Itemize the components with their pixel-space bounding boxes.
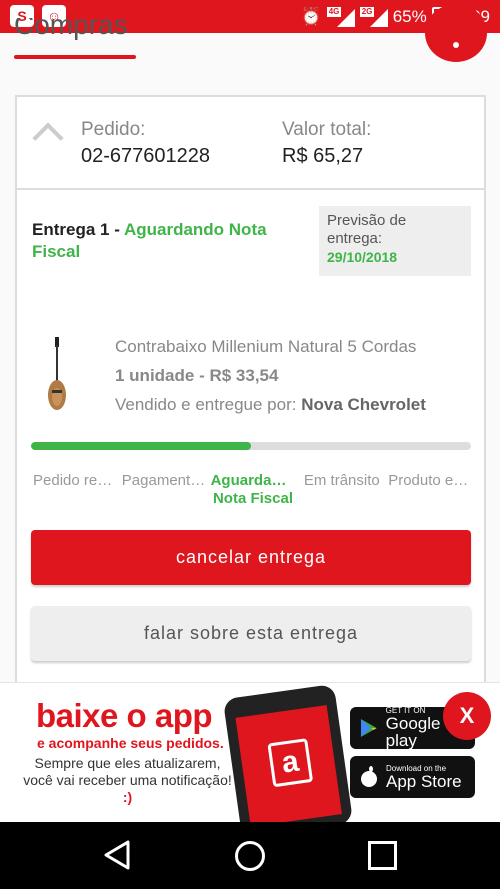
step-ordered: Pedido realizado: [33, 472, 120, 489]
delivery-forecast: Previsão de entrega: 29/10/2018: [319, 206, 471, 276]
step-awaiting-invoice: Aguardando Nota Fiscal: [210, 472, 298, 507]
order-header[interactable]: Pedido: 02-677601228 Valor total: R$ 65,…: [17, 97, 484, 190]
close-banner-button[interactable]: X: [443, 692, 491, 740]
signal-4g-icon: 4G: [326, 6, 355, 27]
delivery-title: Entrega 1 - Aguardando Nota Fiscal: [32, 219, 302, 263]
product-seller: Vendido e entregue por: Nova Chevrolet: [115, 395, 426, 415]
delivery-progress-bar: [31, 442, 471, 450]
google-play-icon: [360, 719, 377, 737]
americanas-logo: a: [267, 738, 314, 788]
menu-fab-button[interactable]: [425, 4, 487, 62]
forecast-label: Previsão de entrega:: [327, 212, 407, 247]
step-delivered: Produto entregue: [388, 472, 475, 489]
product-name[interactable]: Contrabaixo Millenium Natural 5 Cordas: [115, 337, 475, 357]
banner-title: baixe o app: [36, 697, 213, 734]
delivery-number: Entrega 1 -: [32, 220, 124, 239]
product-quantity-price: 1 unidade - R$ 33,54: [115, 366, 279, 385]
banner-body: Sempre que eles atualizarem, você vai re…: [23, 755, 232, 788]
phone-screen: a: [235, 705, 342, 822]
more-icon: [453, 42, 459, 48]
app-store-label: App Store: [386, 771, 462, 791]
back-icon[interactable]: [103, 840, 131, 870]
forecast-date: 29/10/2018: [327, 249, 398, 265]
order-number: 02-677601228: [81, 145, 211, 167]
recent-apps-icon[interactable]: [368, 841, 397, 870]
step-in-transit: Em trânsito: [303, 472, 380, 489]
order-card: Pedido: 02-677601228 Valor total: R$ 65,…: [15, 95, 486, 715]
step-payment: Pagamento aprovado: [121, 472, 209, 489]
order-number-label: Pedido:: [81, 119, 146, 140]
apple-icon: [361, 766, 377, 787]
navigation-bar: [0, 822, 500, 889]
cancel-delivery-button[interactable]: cancelar entrega: [31, 530, 471, 585]
banner-text: Sempre que eles atualizarem, você vai re…: [20, 755, 235, 806]
alarm-icon: ⏰: [300, 6, 322, 26]
banner-subtitle: e acompanhe seus pedidos.: [37, 735, 224, 751]
talk-about-delivery-button[interactable]: falar sobre esta entrega: [31, 606, 471, 661]
product-image[interactable]: [31, 335, 83, 415]
progress-fill: [31, 442, 251, 450]
delivery-steps: Pedido realizado Pagamento aprovado Agua…: [31, 472, 475, 508]
battery-percent: 65%: [392, 6, 427, 26]
app-store-button[interactable]: Download on the App Store: [350, 756, 475, 798]
home-icon[interactable]: [235, 841, 265, 871]
phone-illustration: a: [222, 683, 354, 822]
chevron-up-icon[interactable]: [32, 122, 64, 154]
app-download-banner: baixe o app e acompanhe seus pedidos. Se…: [0, 682, 500, 822]
seller-name: Nova Chevrolet: [301, 395, 426, 414]
total-label: Valor total:: [282, 119, 372, 140]
total-value: R$ 65,27: [282, 145, 364, 167]
seller-label: Vendido e entregue por:: [115, 395, 302, 414]
title-underline: [14, 55, 136, 59]
page-title: Compras: [14, 18, 128, 40]
signal-2g-icon: 2G: [359, 6, 388, 27]
banner-smile: :): [122, 789, 133, 805]
